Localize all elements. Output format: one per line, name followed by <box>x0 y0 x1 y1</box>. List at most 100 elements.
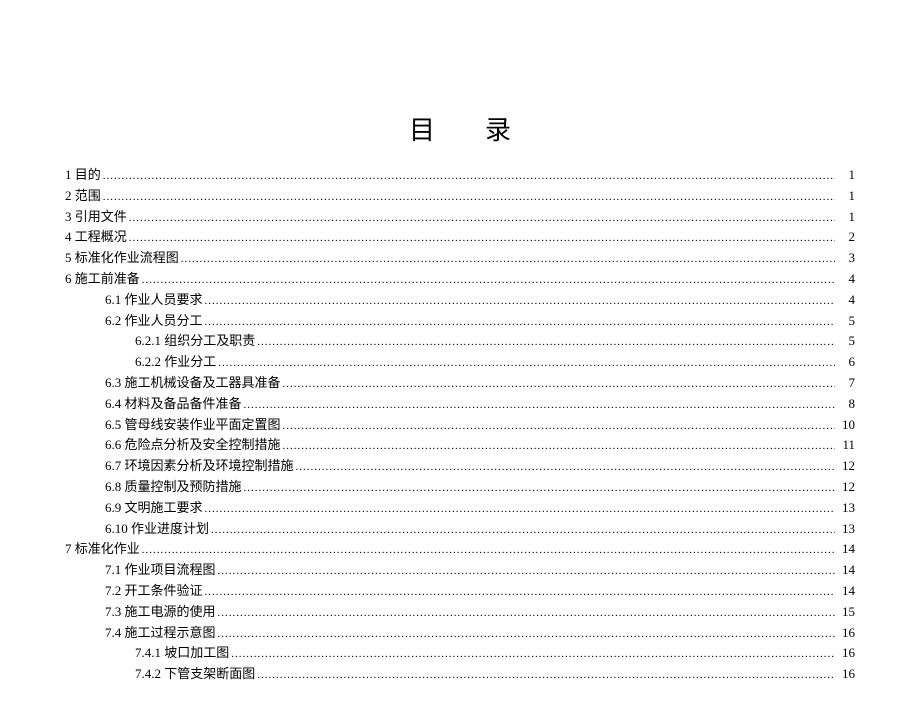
toc-entry-page: 12 <box>837 456 855 477</box>
toc-entry-label: 7.1 作业项目流程图 <box>105 560 216 581</box>
toc-entry-label: 6.8 质量控制及预防措施 <box>105 477 242 498</box>
toc-entry-label: 7.3 施工电源的使用 <box>105 602 216 623</box>
toc-entry-label: 6.1 作业人员要求 <box>105 290 203 311</box>
toc-entry-page: 6 <box>837 352 855 373</box>
toc-entry: 6 施工前准备 4 <box>65 269 855 290</box>
toc-entry: 1 目的 1 <box>65 165 855 186</box>
toc-entry: 6.6 危险点分析及安全控制措施 11 <box>65 435 855 456</box>
toc-entry-page: 5 <box>837 331 855 352</box>
toc-dot-leader <box>205 581 835 602</box>
toc-entry: 5 标准化作业流程图 3 <box>65 248 855 269</box>
toc-entry-page: 14 <box>837 581 855 602</box>
toc-entry-label: 6.6 危险点分析及安全控制措施 <box>105 435 281 456</box>
toc-list: 1 目的12 范围13 引用文件14 工程概况25 标准化作业流程图36 施工前… <box>65 165 855 685</box>
toc-dot-leader <box>283 415 835 436</box>
toc-entry-page: 16 <box>837 643 855 664</box>
toc-entry-page: 15 <box>837 602 855 623</box>
toc-entry-page: 13 <box>837 498 855 519</box>
toc-entry-page: 3 <box>837 248 855 269</box>
toc-entry-label: 6.9 文明施工要求 <box>105 498 203 519</box>
toc-entry: 6.8 质量控制及预防措施 12 <box>65 477 855 498</box>
toc-entry: 3 引用文件 1 <box>65 207 855 228</box>
toc-dot-leader <box>244 394 835 415</box>
toc-entry: 4 工程概况 2 <box>65 227 855 248</box>
toc-dot-leader <box>296 456 835 477</box>
page-content: 目录 1 目的12 范围13 引用文件14 工程概况25 标准化作业流程图36 … <box>0 0 920 715</box>
toc-entry-label: 6.7 环境因素分析及环境控制措施 <box>105 456 294 477</box>
toc-entry-page: 14 <box>837 539 855 560</box>
toc-dot-leader <box>205 290 835 311</box>
toc-entry: 6.3 施工机械设备及工器具准备 7 <box>65 373 855 394</box>
toc-entry-label: 6.2.2 作业分工 <box>135 352 216 373</box>
toc-entry-label: 2 范围 <box>65 186 101 207</box>
toc-entry: 7.4.1 坡口加工图 16 <box>65 643 855 664</box>
toc-dot-leader <box>205 311 835 332</box>
toc-entry: 6.9 文明施工要求 13 <box>65 498 855 519</box>
toc-dot-leader <box>142 539 835 560</box>
toc-entry-page: 5 <box>837 311 855 332</box>
toc-dot-leader <box>142 269 835 290</box>
toc-entry-page: 16 <box>837 623 855 644</box>
toc-dot-leader <box>103 186 835 207</box>
toc-entry-page: 13 <box>837 519 855 540</box>
toc-dot-leader <box>218 602 835 623</box>
toc-entry-page: 10 <box>837 415 855 436</box>
toc-dot-leader <box>257 331 835 352</box>
toc-entry-label: 5 标准化作业流程图 <box>65 248 179 269</box>
toc-entry-label: 7.4.2 下管支架断面图 <box>135 664 255 685</box>
toc-dot-leader <box>205 498 835 519</box>
toc-title: 目录 <box>65 110 855 147</box>
toc-dot-leader <box>211 519 835 540</box>
toc-entry: 6.1 作业人员要求 4 <box>65 290 855 311</box>
toc-entry: 6.2.1 组织分工及职责 5 <box>65 331 855 352</box>
toc-entry: 7.1 作业项目流程图14 <box>65 560 855 581</box>
toc-entry-page: 1 <box>837 186 855 207</box>
toc-dot-leader <box>181 248 835 269</box>
toc-entry-label: 7.4 施工过程示意图 <box>105 623 216 644</box>
toc-entry-label: 6.5 管母线安装作业平面定置图 <box>105 415 281 436</box>
toc-dot-leader <box>129 227 835 248</box>
toc-entry: 6.10 作业进度计划13 <box>65 519 855 540</box>
toc-dot-leader <box>129 207 835 228</box>
toc-entry-page: 2 <box>837 227 855 248</box>
toc-entry: 6.2.2 作业分工 6 <box>65 352 855 373</box>
toc-dot-leader <box>218 623 835 644</box>
toc-entry: 7.4.2 下管支架断面图 16 <box>65 664 855 685</box>
toc-entry-label: 4 工程概况 <box>65 227 127 248</box>
toc-entry: 6.7 环境因素分析及环境控制措施 12 <box>65 456 855 477</box>
toc-entry: 6.2 作业人员分工5 <box>65 311 855 332</box>
toc-entry-label: 6.3 施工机械设备及工器具准备 <box>105 373 281 394</box>
toc-entry: 7.2 开工条件验证 14 <box>65 581 855 602</box>
toc-dot-leader <box>283 435 835 456</box>
toc-entry: 2 范围 1 <box>65 186 855 207</box>
toc-entry: 6.4 材料及备品备件准备 8 <box>65 394 855 415</box>
toc-entry: 7.3 施工电源的使用 15 <box>65 602 855 623</box>
toc-entry-label: 6.4 材料及备品备件准备 <box>105 394 242 415</box>
toc-entry-page: 4 <box>837 269 855 290</box>
toc-entry-page: 11 <box>837 435 855 456</box>
toc-entry-page: 1 <box>837 165 855 186</box>
toc-entry-page: 7 <box>837 373 855 394</box>
toc-entry-label: 7.2 开工条件验证 <box>105 581 203 602</box>
toc-entry-label: 1 目的 <box>65 165 101 186</box>
toc-entry-page: 16 <box>837 664 855 685</box>
toc-entry: 7.4 施工过程示意图 16 <box>65 623 855 644</box>
toc-entry-page: 4 <box>837 290 855 311</box>
toc-dot-leader <box>231 643 835 664</box>
toc-dot-leader <box>218 560 835 581</box>
toc-entry-page: 12 <box>837 477 855 498</box>
toc-dot-leader <box>257 664 835 685</box>
toc-dot-leader <box>218 352 835 373</box>
toc-entry-label: 3 引用文件 <box>65 207 127 228</box>
toc-entry-label: 6.2.1 组织分工及职责 <box>135 331 255 352</box>
toc-entry: 7 标准化作业 14 <box>65 539 855 560</box>
toc-entry-label: 6 施工前准备 <box>65 269 140 290</box>
toc-entry-page: 1 <box>837 207 855 228</box>
toc-dot-leader <box>244 477 835 498</box>
toc-entry-label: 7.4.1 坡口加工图 <box>135 643 229 664</box>
toc-entry-label: 7 标准化作业 <box>65 539 140 560</box>
toc-entry: 6.5 管母线安装作业平面定置图 10 <box>65 415 855 436</box>
toc-dot-leader <box>103 165 835 186</box>
toc-dot-leader <box>283 373 835 394</box>
toc-entry-page: 8 <box>837 394 855 415</box>
